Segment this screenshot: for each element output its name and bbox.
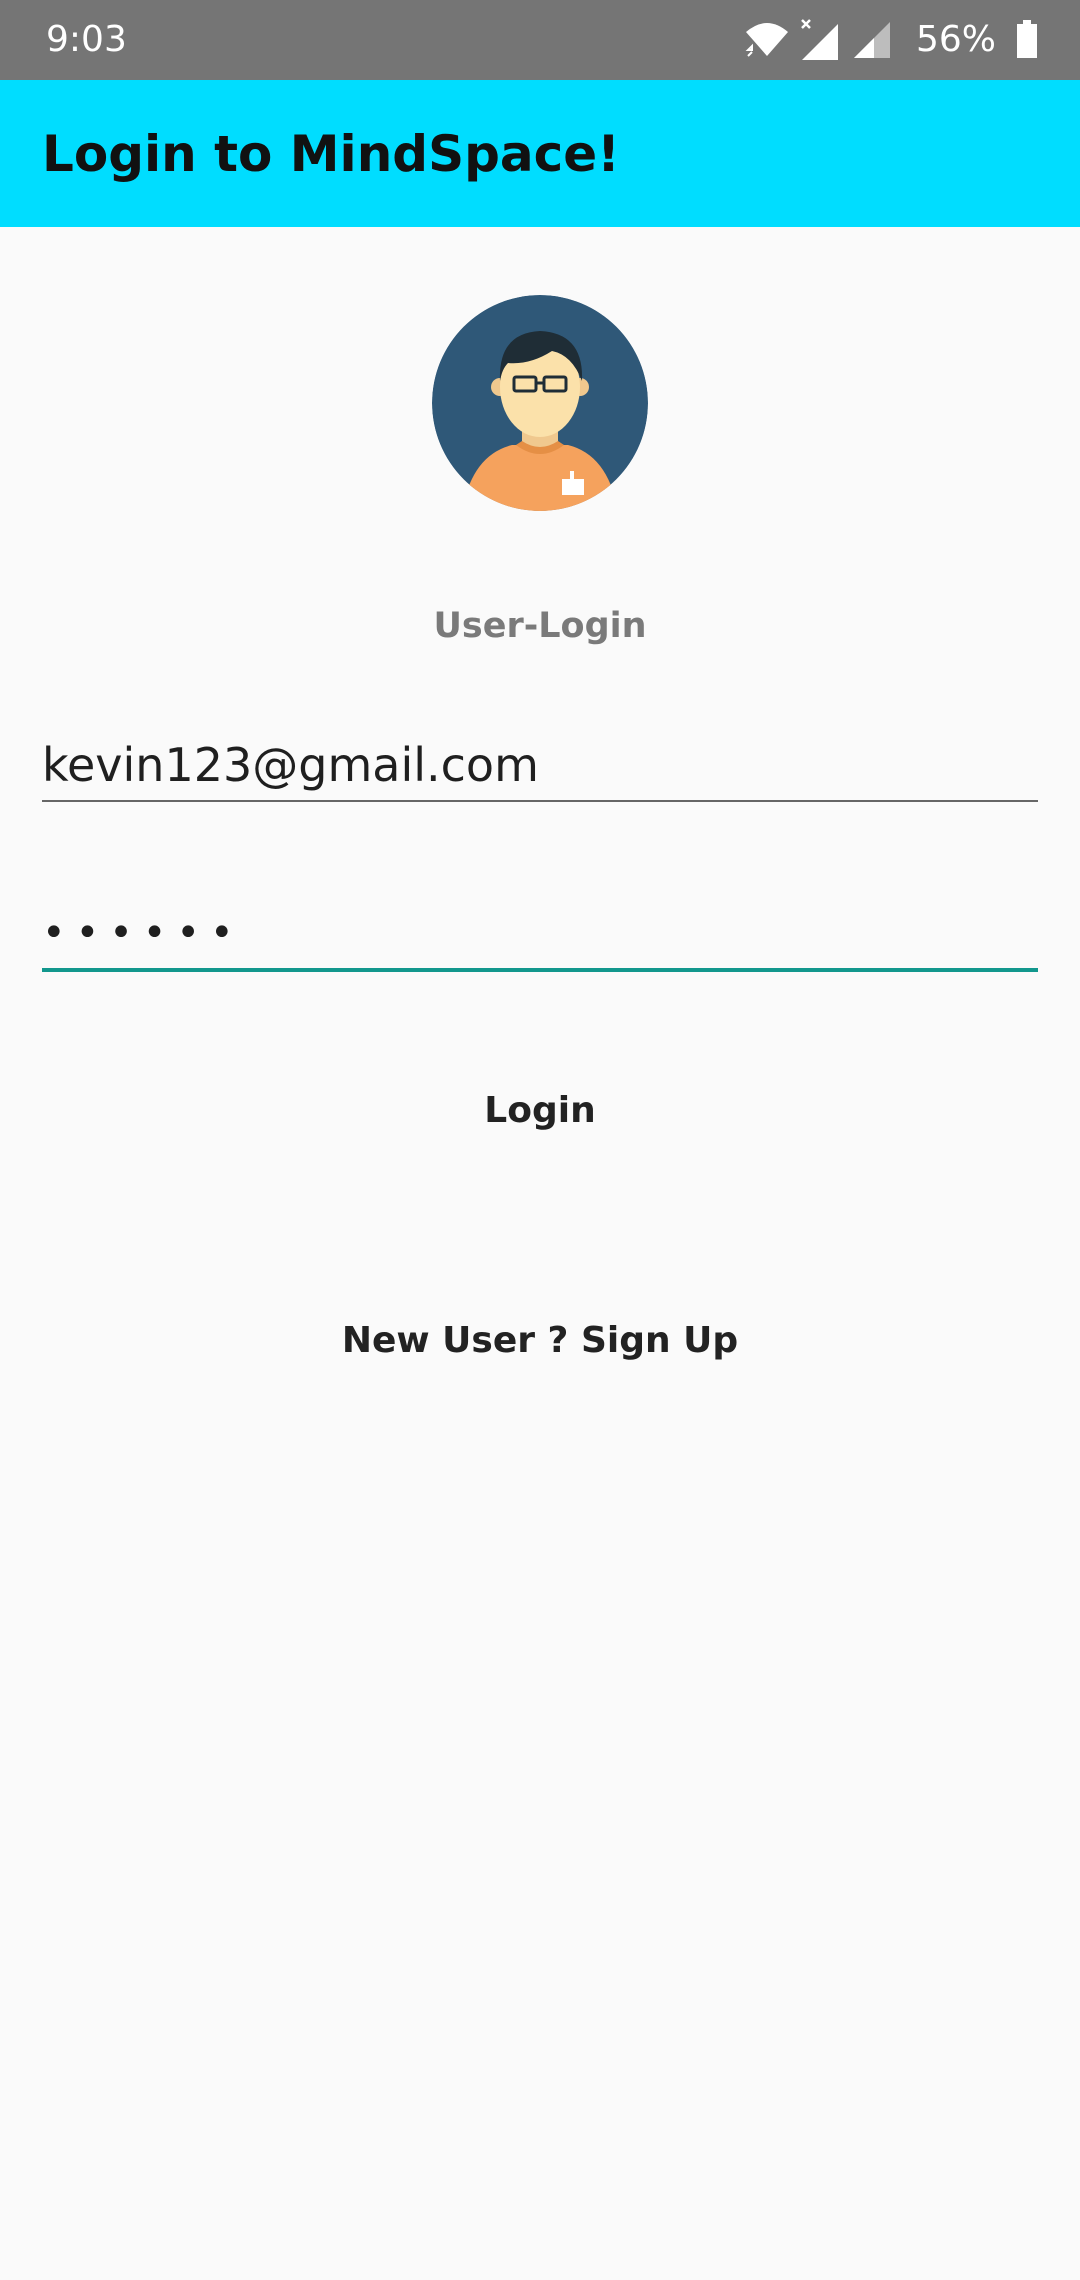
status-bar: 9:03 56% (0, 0, 1080, 80)
app-title: Login to MindSpace! (42, 125, 620, 183)
battery-icon (1017, 20, 1037, 58)
signal-x-icon (801, 19, 838, 60)
signal-icon (853, 22, 890, 58)
login-button[interactable]: Login (0, 1090, 1080, 1131)
status-time: 9:03 (46, 19, 127, 60)
user-avatar-icon (432, 295, 648, 511)
status-icons: 56% (734, 16, 1038, 64)
password-field[interactable]: •••••• (42, 898, 1038, 972)
battery-percentage: 56% (915, 19, 996, 60)
app-bar: Login to MindSpace! (0, 80, 1080, 227)
user-login-heading: User-Login (433, 606, 647, 646)
email-field[interactable]: kevin123@gmail.com (42, 730, 1038, 802)
wifi-icon (745, 23, 788, 57)
signup-link[interactable]: New User ? Sign Up (0, 1320, 1080, 1361)
